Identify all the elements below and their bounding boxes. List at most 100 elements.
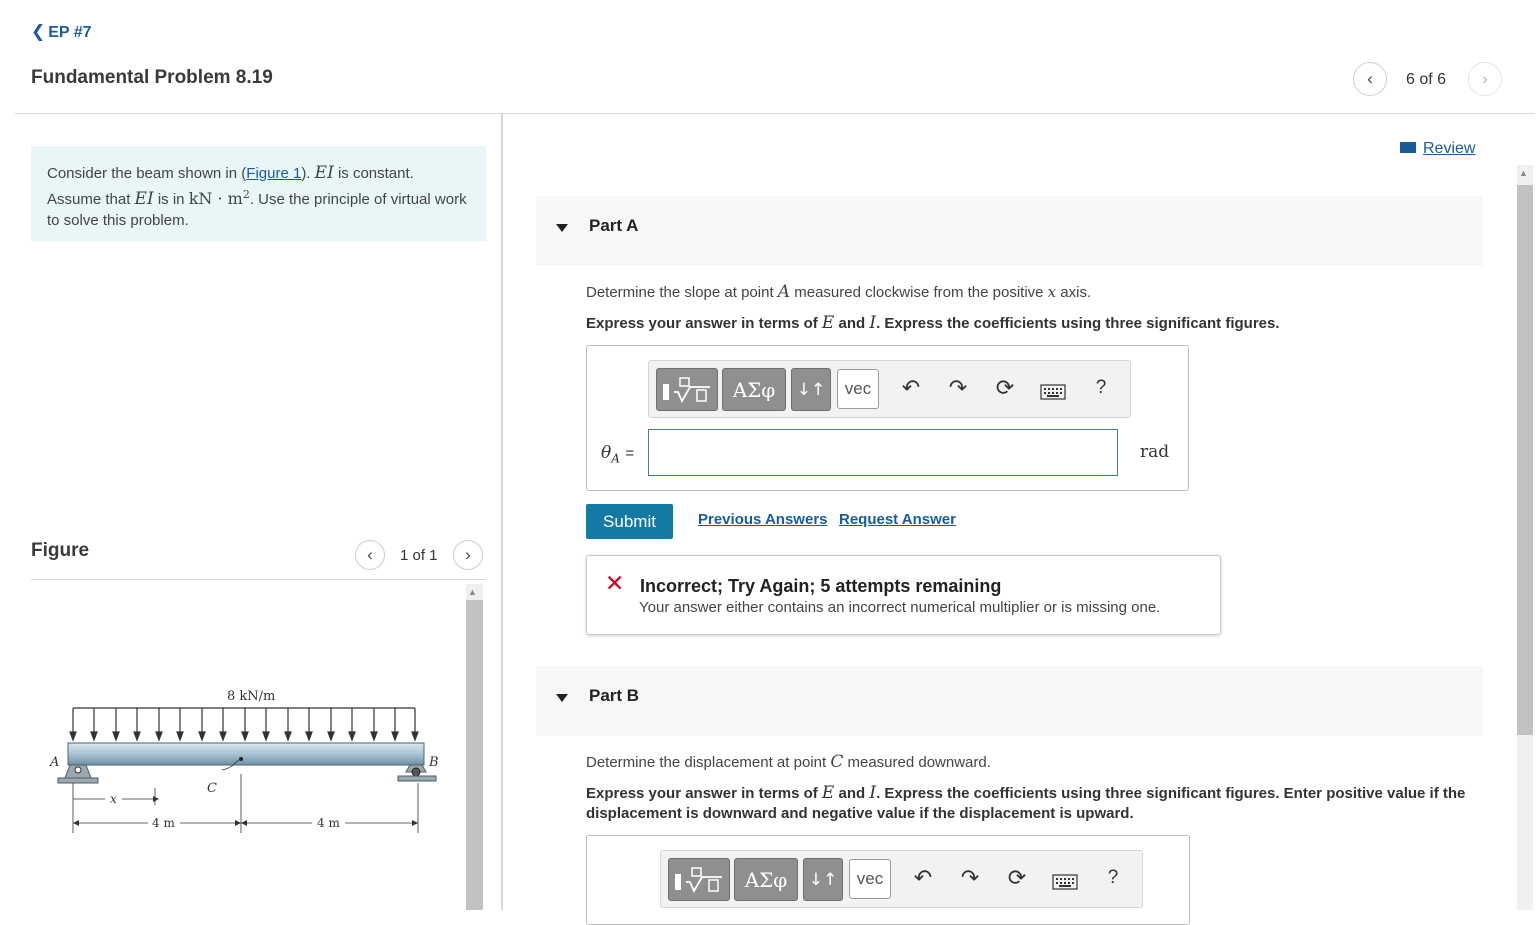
instruction-text: . Express the coefficients using three s… xyxy=(876,315,1280,332)
error-x-icon: ✕ xyxy=(605,570,625,596)
part-b-header[interactable]: Part B xyxy=(536,666,1483,736)
part-a-question: Determine the slope at point A measured … xyxy=(586,282,1091,302)
axis-symbol: x xyxy=(1047,283,1057,301)
fraction-radical-icon xyxy=(663,376,710,403)
e-symbol: E xyxy=(821,783,835,803)
submit-button[interactable]: Submit xyxy=(586,504,673,539)
ei-symbol: EI xyxy=(314,163,334,183)
chevron-right-icon: › xyxy=(1482,69,1488,88)
undo-icon[interactable]: ↶ xyxy=(896,375,926,401)
column-divider xyxy=(501,113,503,910)
dimension-arrowhead xyxy=(241,820,247,826)
part-a-header[interactable]: Part A xyxy=(536,196,1483,266)
greek-symbols-button[interactable]: ΑΣφ xyxy=(722,368,786,411)
next-problem-button[interactable]: › xyxy=(1468,62,1502,96)
question-text: Determine the slope at point xyxy=(586,284,778,301)
question-text: measured downward. xyxy=(843,754,991,771)
vector-button[interactable]: vec xyxy=(837,369,879,409)
subscript-superscript-button[interactable]: ↓↑ xyxy=(791,368,831,411)
theta-a-label: θA = xyxy=(601,443,634,465)
redo-icon[interactable]: ↷ xyxy=(955,865,985,891)
problem-title: Fundamental Problem 8.19 xyxy=(31,67,273,88)
back-link[interactable]: ❮ EP #7 xyxy=(31,22,92,42)
keyboard-icon[interactable] xyxy=(1038,380,1068,406)
scroll-up-arrow-icon[interactable]: ▲ xyxy=(468,587,477,597)
reset-icon[interactable]: ⟳ xyxy=(990,375,1020,401)
review-link[interactable]: Review xyxy=(1400,140,1475,158)
back-link-label: EP #7 xyxy=(48,24,92,41)
part-a-instructions: Express your answer in terms of E and I.… xyxy=(586,313,1280,334)
figure-next-button[interactable]: › xyxy=(453,540,483,570)
request-answer-link[interactable]: Request Answer xyxy=(839,511,956,528)
point-symbol: C xyxy=(830,752,844,772)
redo-icon[interactable]: ↷ xyxy=(943,375,973,401)
unit-exponent: 2 xyxy=(242,188,250,201)
equation-toolbar: ΑΣφ ↓↑ vec ↶ ↷ ⟳ ? xyxy=(648,360,1131,418)
figure-previous-button[interactable]: ‹ xyxy=(355,540,385,570)
reset-icon[interactable]: ⟳ xyxy=(1002,865,1032,891)
part-a-answer-box: ΑΣφ ↓↑ vec ↶ ↷ ⟳ ? θA = rad xyxy=(586,345,1189,491)
previous-problem-button[interactable]: ‹ xyxy=(1353,62,1387,96)
keyboard-glyph xyxy=(1040,384,1066,400)
x-label: x xyxy=(110,792,117,806)
part-a-label: Part A xyxy=(589,216,639,235)
templates-button[interactable] xyxy=(656,368,718,411)
beam xyxy=(67,742,425,766)
scroll-up-arrow-icon[interactable]: ▲ xyxy=(1519,168,1528,178)
dimension-right-label: 4 m xyxy=(317,816,340,830)
figure-scrollbar-thumb[interactable] xyxy=(466,600,483,910)
theta-subscript: A xyxy=(611,451,620,466)
beam-figure: 8 kN/m A B C x 4 m 4 m xyxy=(49,689,439,833)
part-b-instructions: Express your answer in terms of E and I.… xyxy=(586,783,1466,824)
header-divider xyxy=(15,113,1535,114)
intro-text: Consider the beam shown in ( xyxy=(47,165,247,182)
distributed-load-arrows xyxy=(69,708,419,742)
feedback-panel: ✕ Incorrect; Try Again; 5 attempts remai… xyxy=(586,555,1221,635)
theta-symbol: θ xyxy=(601,443,612,463)
figure-link[interactable]: Figure 1 xyxy=(246,165,301,182)
intro-text: is in xyxy=(153,191,189,208)
intro-text: ). xyxy=(301,165,315,182)
part-b-answer-box: ΑΣφ ↓↑ vec ↶ ↷ ⟳ ? xyxy=(586,835,1190,925)
book-icon xyxy=(1400,142,1416,153)
question-text: Determine the displacement at point xyxy=(586,754,831,771)
load-label: 8 kN/m xyxy=(227,689,275,704)
unit-label: rad xyxy=(1140,442,1170,462)
part-b-question: Determine the displacement at point C me… xyxy=(586,752,991,772)
templates-button[interactable] xyxy=(668,858,730,901)
figure-heading: Figure xyxy=(31,540,90,561)
theta-a-answer-input[interactable] xyxy=(648,429,1118,476)
review-label: Review xyxy=(1423,140,1476,157)
chevron-right-icon: › xyxy=(465,545,471,564)
main-scrollbar-thumb[interactable] xyxy=(1517,185,1533,735)
equation-toolbar: ΑΣφ ↓↑ vec ↶ ↷ ⟳ ? xyxy=(660,850,1143,908)
help-button[interactable]: ? xyxy=(1086,377,1116,399)
e-symbol: E xyxy=(821,313,835,333)
point-symbol: A xyxy=(777,282,791,302)
instruction-text: Express your answer in terms of xyxy=(586,785,822,802)
point-a-label: A xyxy=(49,755,59,770)
previous-answers-link[interactable]: Previous Answers xyxy=(698,511,828,528)
chevron-left-icon: ‹ xyxy=(1367,69,1373,88)
part-b-label: Part B xyxy=(589,686,640,705)
question-text: axis. xyxy=(1056,284,1092,301)
chevron-left-icon: ❮ xyxy=(31,22,46,41)
figure-divider xyxy=(31,579,486,580)
problem-intro: Consider the beam shown in (Figure 1). E… xyxy=(31,146,486,241)
keyboard-glyph xyxy=(1052,874,1078,890)
keyboard-icon[interactable] xyxy=(1050,870,1080,896)
chevron-left-icon: ‹ xyxy=(367,545,373,564)
pin-support-a xyxy=(57,764,99,784)
dimension-arrowhead xyxy=(235,820,241,826)
fraction-radical-icon xyxy=(675,866,722,893)
greek-symbols-button[interactable]: ΑΣφ xyxy=(734,858,798,901)
help-button[interactable]: ? xyxy=(1098,867,1128,889)
instruction-text: Express your answer in terms of xyxy=(586,315,822,332)
vector-button[interactable]: vec xyxy=(849,859,891,899)
subscript-superscript-button[interactable]: ↓↑ xyxy=(803,858,843,901)
x-arrowhead xyxy=(153,796,159,802)
unit-symbol: kN · m xyxy=(188,189,243,208)
problem-pager-text: 6 of 6 xyxy=(1406,71,1447,88)
undo-icon[interactable]: ↶ xyxy=(908,865,938,891)
ei-symbol: EI xyxy=(134,189,154,209)
